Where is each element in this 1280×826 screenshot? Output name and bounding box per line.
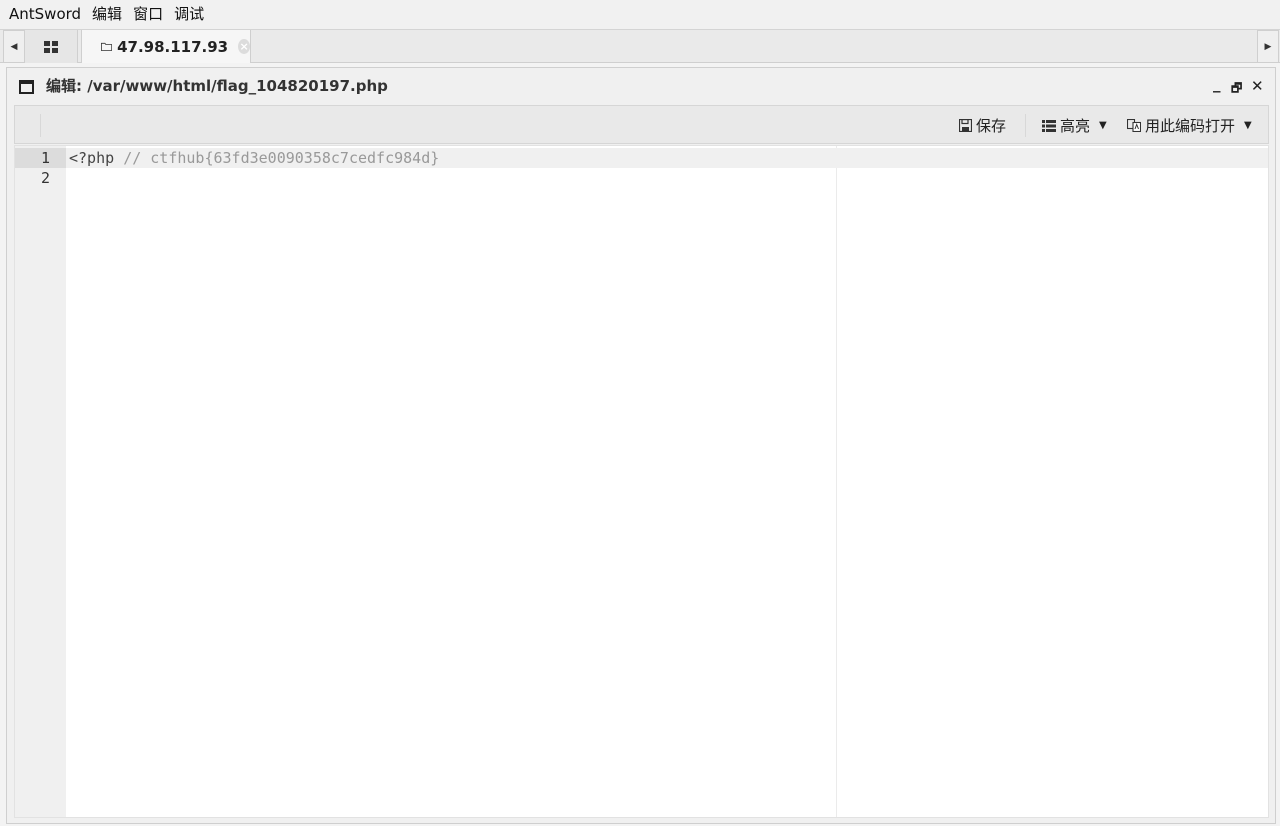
caret-right-icon: ▶ [1264,41,1272,52]
window-title: 编辑: /var/www/html/flag_104820197.php [46,77,388,95]
highlight-dropdown[interactable]: 高亮 ▼ [1042,106,1107,145]
code-editor[interactable]: 1 <?php // ctfhub{63fd3e0090358c7cedfc98… [14,145,1269,818]
grid-icon [44,40,58,53]
close-button[interactable]: ✕ [1251,77,1264,95]
tab-host[interactable]: 47.98.117.93 × [81,30,251,63]
folder-icon [101,42,113,51]
tab-host-label: 47.98.117.93 [117,37,229,56]
floppy-icon [959,119,972,132]
save-button[interactable]: 保存 [959,106,1006,145]
code-line[interactable]: 1 <?php // ctfhub{63fd3e0090358c7cedfc98… [15,148,1268,168]
open-with-encoding-dropdown[interactable]: 用此编码打开 ▼ [1127,106,1252,145]
restore-button[interactable]: 🗗 [1231,79,1242,100]
tab-close-icon[interactable]: × [238,39,250,54]
minimize-button[interactable]: _ [1213,75,1221,93]
chevron-down-icon: ▼ [1244,120,1252,131]
line-number: 2 [40,169,50,187]
open-with-encoding-label: 用此编码打开 [1145,117,1236,135]
tab-scroll-right-button[interactable]: ▶ [1257,30,1279,63]
window-icon [19,80,34,94]
toolbar-divider [1025,114,1026,137]
list-icon [1042,119,1056,132]
line-number: 1 [15,148,66,168]
tab-scroll-left-button[interactable]: ◀ [3,30,25,63]
highlight-label: 高亮 [1060,117,1091,135]
code-line[interactable]: 2 [15,168,1268,188]
chevron-down-icon: ▼ [1099,120,1107,131]
menu-window[interactable]: 窗口 [128,0,168,29]
editor-toolbar: 保存 高亮 ▼ 用此编码打开 ▼ [14,105,1269,144]
translate-icon [1127,119,1141,132]
menu-antsword[interactable]: AntSword [4,0,86,29]
save-label: 保存 [976,117,1007,135]
menu-debug[interactable]: 调试 [169,0,209,29]
toolbar-divider [40,114,41,137]
caret-left-icon: ◀ [10,41,18,52]
menu-edit[interactable]: 编辑 [87,0,127,29]
tab-home[interactable] [25,30,78,63]
editor-window: 编辑: /var/www/html/flag_104820197.php _ 🗗… [6,67,1276,824]
line-text: <?php // ctfhub{63fd3e0090358c7cedfc984d… [69,148,439,168]
window-titlebar: 编辑: /var/www/html/flag_104820197.php _ 🗗… [7,68,1275,104]
code-comment: // ctfhub{63fd3e0090358c7cedfc984d} [123,149,440,167]
print-margin [836,146,837,817]
php-open-tag: <?php [69,149,115,167]
menubar: AntSword 编辑 窗口 调试 [0,0,1280,29]
line-number-gutter [15,146,66,817]
tab-strip: ◀ 47.98.117.93 × ▶ [0,29,1280,63]
